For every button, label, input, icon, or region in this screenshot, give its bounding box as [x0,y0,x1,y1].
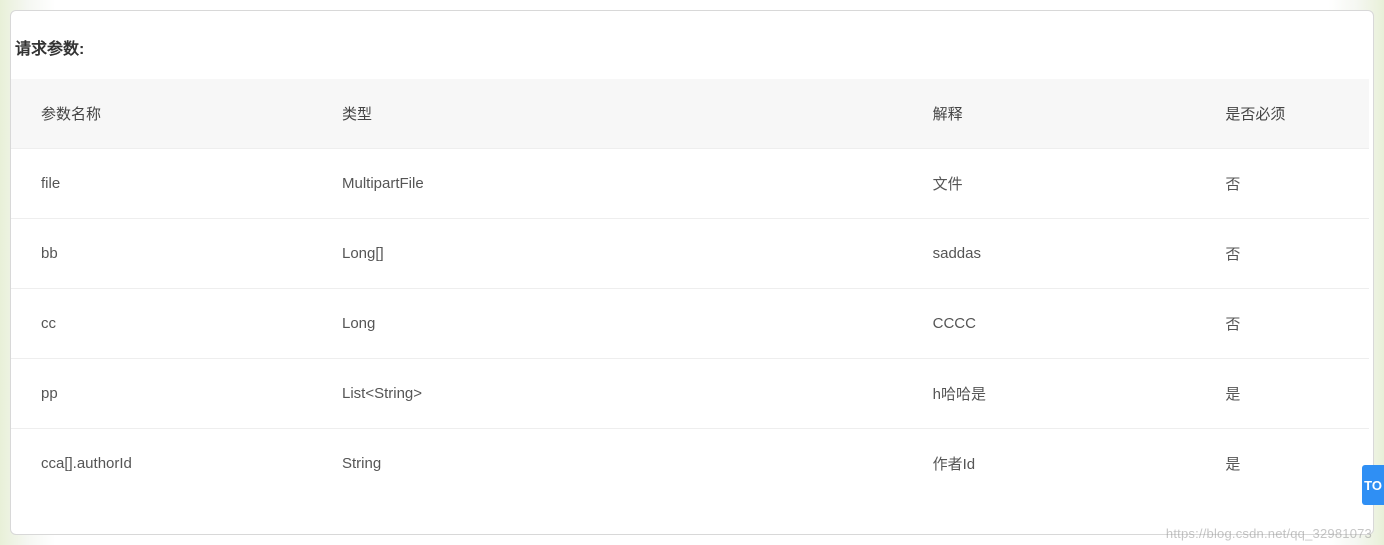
param-type: Long [324,289,915,359]
col-header-name: 参数名称 [11,79,324,149]
horizontal-scrollbar[interactable] [19,533,1365,535]
param-name: file [11,149,324,219]
col-header-required: 是否必须 [1207,79,1369,149]
params-panel: 请求参数: 参数名称 类型 解释 是否必须 file MultipartFile… [10,10,1374,535]
side-badge-button[interactable]: TO [1362,465,1384,505]
table-row: cca[].authorId String 作者Id 是 [11,429,1369,499]
section-title: 请求参数: [11,35,1373,79]
param-required: 否 [1207,289,1369,359]
param-required: 否 [1207,149,1369,219]
param-name: cca[].authorId [11,429,324,499]
param-desc: CCCC [915,289,1208,359]
param-required: 是 [1207,359,1369,429]
table-header-row: 参数名称 类型 解释 是否必须 [11,79,1369,149]
param-type: MultipartFile [324,149,915,219]
param-required: 是 [1207,429,1369,499]
param-name: cc [11,289,324,359]
table-row: file MultipartFile 文件 否 [11,149,1369,219]
col-header-desc: 解释 [915,79,1208,149]
param-type: List<String> [324,359,915,429]
table-row: bb Long[] saddas 否 [11,219,1369,289]
col-header-type: 类型 [324,79,915,149]
param-name: pp [11,359,324,429]
side-badge-label: TO [1364,478,1382,493]
param-type: String [324,429,915,499]
param-desc: saddas [915,219,1208,289]
param-desc: 作者Id [915,429,1208,499]
param-required: 否 [1207,219,1369,289]
params-table-scroll[interactable]: 参数名称 类型 解释 是否必须 file MultipartFile 文件 否 … [11,79,1369,529]
param-type: Long[] [324,219,915,289]
param-name: bb [11,219,324,289]
table-row: pp List<String> h哈哈是 是 [11,359,1369,429]
table-row: cc Long CCCC 否 [11,289,1369,359]
param-desc: h哈哈是 [915,359,1208,429]
params-table: 参数名称 类型 解释 是否必须 file MultipartFile 文件 否 … [11,79,1369,498]
param-desc: 文件 [915,149,1208,219]
